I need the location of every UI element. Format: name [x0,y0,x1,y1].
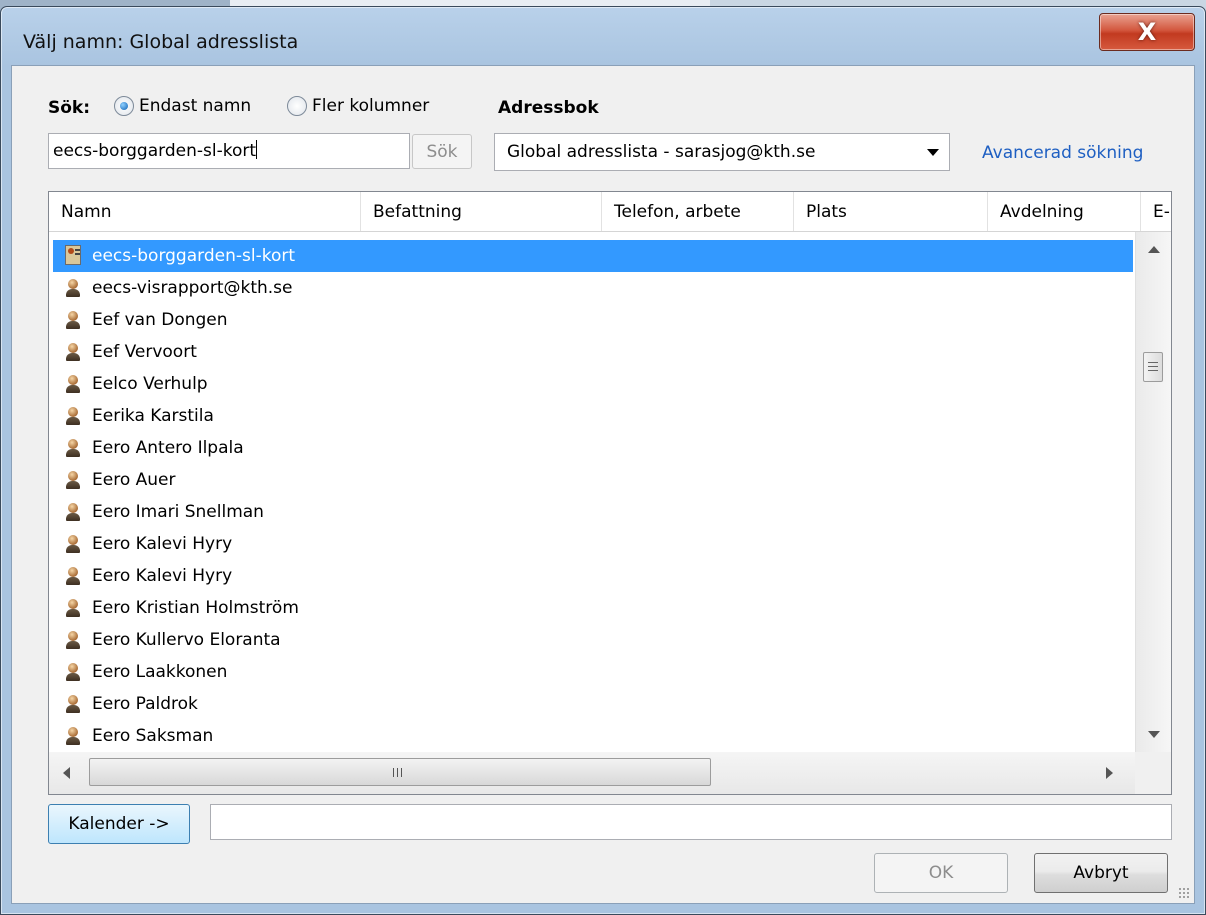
title-bar[interactable]: Välj namn: Global adresslista X [1,7,1205,65]
list-item[interactable]: Eero Kullervo Eloranta [53,624,1133,656]
column-header-department[interactable]: Avdelning [988,192,1141,231]
list-item[interactable]: eecs-borggarden-sl-kort [53,240,1133,272]
list-item[interactable]: eecs-visrapport@kth.se [53,272,1133,304]
column-header-email[interactable]: E- [1141,192,1171,231]
list-item-name: Eelco Verhulp [92,374,208,394]
addressbook-selected-value: Global adresslista - sarasjog@kth.se [507,142,816,162]
person-icon [65,630,81,650]
ok-button[interactable]: OK [874,853,1008,893]
radio-name-only[interactable]: Endast namn [114,96,251,116]
list-item-name: Eero Kristian Holmström [92,598,299,618]
scroll-down-icon[interactable] [1148,731,1160,738]
list-item[interactable]: Eef van Dongen [53,304,1133,336]
dialog-body: Sök: Endast namn Fler kolumner Adressbok… [11,65,1195,904]
column-header-phone[interactable]: Telefon, arbete [602,192,794,231]
person-icon [65,694,81,714]
person-icon [65,470,81,490]
list-item-name: Eero Kullervo Eloranta [92,630,281,650]
list-item[interactable]: Eero Saksman [53,720,1133,752]
calendar-button[interactable]: Kalender -> [48,804,190,844]
list-item-name: Eero Saksman [92,726,214,746]
person-icon [65,726,81,746]
person-icon [65,406,81,426]
scrollbar-corner [1135,752,1171,794]
list-item[interactable]: Eef Vervoort [53,336,1133,368]
person-icon [65,374,81,394]
list-item-name: Eero Kalevi Hyry [92,566,233,586]
selected-recipients-field[interactable] [210,804,1172,840]
list-item-name: Eero Laakkonen [92,662,228,682]
person-icon [65,438,81,458]
addressbook-select[interactable]: Global adresslista - sarasjog@kth.se [494,133,950,171]
person-icon [65,278,81,298]
list-item-name: Eef van Dongen [92,310,228,330]
list-header: Namn Befattning Telefon, arbete Plats Av… [49,192,1171,232]
radio-more-columns-label: Fler kolumner [312,96,430,116]
list-item-name: Eero Imari Snellman [92,502,264,522]
address-list: Namn Befattning Telefon, arbete Plats Av… [48,191,1172,795]
close-icon: X [1137,18,1157,46]
list-item-name: Eero Kalevi Hyry [92,534,233,554]
column-header-location[interactable]: Plats [794,192,988,231]
list-item[interactable]: Eerika Karstila [53,400,1133,432]
horizontal-scrollbar[interactable] [49,752,1135,794]
list-item-name: Eero Paldrok [92,694,198,714]
person-icon [65,534,81,554]
list-item-name: Eero Auer [92,470,176,490]
person-icon [65,598,81,618]
search-label: Sök: [48,98,91,118]
list-item-name: Eef Vervoort [92,342,197,362]
search-button[interactable]: Sök [412,134,472,169]
select-names-dialog: Välj namn: Global adresslista X Sök: End… [0,6,1206,915]
person-icon [65,566,81,586]
list-item[interactable]: Eero Paldrok [53,688,1133,720]
list-item-name: eecs-visrapport@kth.se [92,278,293,298]
vertical-scroll-thumb[interactable] [1143,352,1163,382]
resize-grip-icon[interactable] [1178,887,1190,899]
list-item[interactable]: Eero Imari Snellman [53,496,1133,528]
search-input[interactable]: eecs-borggarden-sl-kort [48,133,410,169]
list-item[interactable]: Eelco Verhulp [53,368,1133,400]
list-item[interactable]: Eero Antero Ilpala [53,432,1133,464]
scroll-up-icon[interactable] [1148,246,1160,253]
list-item[interactable]: Eero Laakkonen [53,656,1133,688]
dropdown-arrow-icon [927,149,939,156]
radio-more-columns[interactable]: Fler kolumner [287,96,429,116]
list-item[interactable]: Eero Auer [53,464,1133,496]
horizontal-scroll-thumb[interactable] [89,758,711,786]
radio-selected-icon [114,96,134,116]
cancel-button[interactable]: Avbryt [1034,853,1168,893]
distribution-list-icon [65,245,81,265]
column-header-title[interactable]: Befattning [361,192,602,231]
list-item-name: Eero Antero Ilpala [92,438,244,458]
column-header-name[interactable]: Namn [49,192,361,231]
list-rows: eecs-borggarden-sl-kort eecs-visrapport@k… [53,240,1133,752]
radio-name-only-label: Endast namn [139,96,252,116]
list-item[interactable]: Eero Kalevi Hyry [53,560,1133,592]
scroll-left-icon[interactable] [63,767,70,779]
scroll-right-icon[interactable] [1106,767,1113,779]
window-title: Välj namn: Global adresslista [23,31,299,53]
radio-unselected-icon [287,96,307,116]
person-icon [65,662,81,682]
vertical-scrollbar[interactable] [1135,232,1171,752]
list-item[interactable]: Eero Kalevi Hyry [53,528,1133,560]
list-item-name: Eerika Karstila [92,406,214,426]
person-icon [65,502,81,522]
close-button[interactable]: X [1099,13,1195,51]
list-item-name: eecs-borggarden-sl-kort [92,246,295,266]
person-icon [65,342,81,362]
person-icon [65,310,81,330]
addressbook-label: Adressbok [498,98,599,118]
advanced-search-link[interactable]: Avancerad sökning [982,143,1143,163]
list-item[interactable]: Eero Kristian Holmström [53,592,1133,624]
